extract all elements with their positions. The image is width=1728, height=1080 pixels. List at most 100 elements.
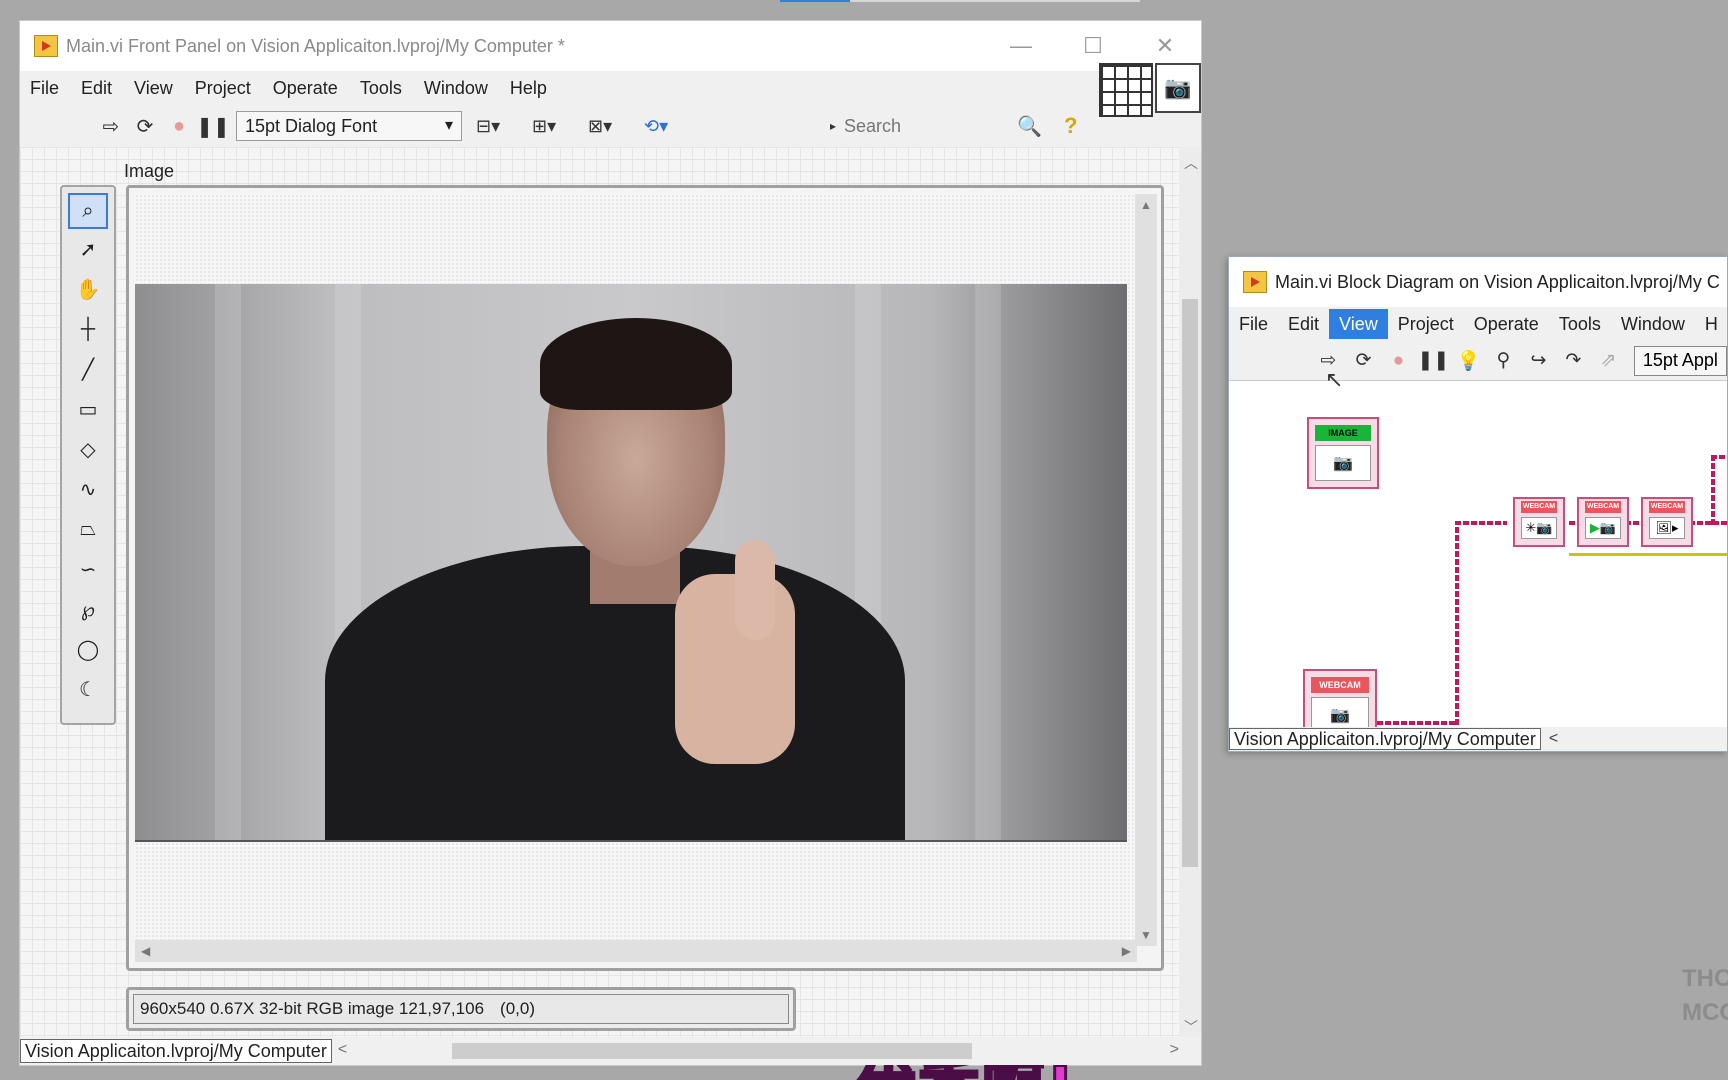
menu-help[interactable]: H xyxy=(1695,309,1727,339)
line-icon[interactable]: ╱ xyxy=(62,349,114,389)
background-text-line: MCO xyxy=(1682,999,1728,1026)
distribute-objects-icon[interactable]: ⊞▾ xyxy=(532,116,574,137)
menu-file[interactable]: File xyxy=(1229,309,1278,339)
camera-icon: 📷 xyxy=(1315,445,1371,481)
taskbar-strip xyxy=(780,0,1140,2)
run-continuously-icon[interactable]: ⟳ xyxy=(1346,349,1381,372)
context-help-icon[interactable]: ? xyxy=(1064,113,1077,139)
panel-vertical-scrollbar[interactable]: ︿ ﹀ xyxy=(1179,147,1201,1045)
pause-icon[interactable]: ❚❚ xyxy=(196,114,230,139)
background-text-line: THO xyxy=(1682,965,1728,992)
search-bar: ▸ 🔍 ? xyxy=(830,111,1077,141)
step-into-icon[interactable]: ↪ xyxy=(1521,349,1556,372)
scroll-left-arrow[interactable]: < xyxy=(1549,730,1558,748)
window-title: Main.vi Block Diagram on Vision Applicai… xyxy=(1275,271,1720,292)
image-vertical-scrollbar[interactable]: ▲ ▼ xyxy=(1135,194,1157,946)
step-out-icon[interactable]: ⇗ xyxy=(1591,349,1626,372)
block-diagram-canvas[interactable]: IMAGE 📷 WEBCAM 📷 WEBCAM ✳📷 WEBCAM ▶📷 WEB… xyxy=(1229,367,1727,741)
mouse-cursor-icon: ↖ xyxy=(1325,367,1344,392)
oval-icon[interactable]: ◯ xyxy=(62,629,114,669)
pan-icon[interactable]: ✋ xyxy=(62,269,114,309)
camera-icon: ✳📷 xyxy=(1521,517,1557,539)
pointer-icon[interactable]: ➚ xyxy=(62,229,114,269)
image-viewport[interactable] xyxy=(135,194,1137,946)
reorder-icon[interactable]: ⟲▾ xyxy=(644,116,686,137)
font-select[interactable]: 15pt Appl xyxy=(1633,345,1727,376)
align-objects-icon[interactable]: ⊟▾ xyxy=(476,116,518,137)
menu-window[interactable]: Window xyxy=(413,78,499,99)
block-diagram-titlebar[interactable]: Main.vi Block Diagram on Vision Applicai… xyxy=(1229,257,1727,307)
run-arrow-icon[interactable]: ⇨ xyxy=(94,114,128,139)
menu-window[interactable]: Window xyxy=(1611,309,1695,339)
menu-view[interactable]: View xyxy=(123,78,184,99)
scroll-right-arrow[interactable]: > xyxy=(1170,1041,1179,1059)
zoom-icon[interactable]: ⌕ xyxy=(68,193,108,229)
menu-tools[interactable]: Tools xyxy=(1549,309,1611,339)
point-icon[interactable]: ┼ xyxy=(62,309,114,349)
scroll-thumb[interactable] xyxy=(451,1043,972,1059)
menu-project[interactable]: Project xyxy=(1388,309,1464,339)
search-input[interactable] xyxy=(836,111,1012,141)
labview-vi-icon xyxy=(34,35,58,57)
menu-project[interactable]: Project xyxy=(184,78,262,99)
webcam-grab-node[interactable]: WEBCAM 🖼▸ xyxy=(1641,497,1693,547)
image-wire[interactable] xyxy=(1711,455,1715,525)
labview-vi-icon xyxy=(1243,271,1267,293)
vi-camera-icon[interactable]: 📷 xyxy=(1155,63,1201,113)
node-label: WEBCAM xyxy=(1585,501,1621,513)
image-wire[interactable] xyxy=(1377,721,1457,725)
freeline-icon[interactable]: ∽ xyxy=(62,549,114,589)
pause-icon[interactable]: ❚❚ xyxy=(1416,349,1451,372)
image-wire[interactable] xyxy=(1711,455,1727,459)
project-path-label: Vision Applicaiton.lvproj/My Computer xyxy=(1229,728,1541,750)
abort-icon[interactable]: ● xyxy=(1381,350,1416,372)
image-wire[interactable] xyxy=(1455,521,1459,725)
webcam-open-node[interactable]: WEBCAM ✳📷 xyxy=(1513,497,1565,547)
freehand-icon[interactable]: ℘ xyxy=(62,589,114,629)
error-wire[interactable] xyxy=(1569,553,1727,556)
menu-file[interactable]: File xyxy=(20,78,70,99)
menu-view[interactable]: View xyxy=(1329,309,1388,339)
block-diagram-window: Main.vi Block Diagram on Vision Applicai… xyxy=(1228,256,1728,752)
step-over-icon[interactable]: ↷ xyxy=(1556,349,1591,372)
polyline-icon[interactable]: ∿ xyxy=(62,469,114,509)
image-display[interactable]: ▲ ▼ ◀ ▶ xyxy=(126,185,1164,971)
image-wire[interactable] xyxy=(1455,521,1507,525)
annulus-icon[interactable]: ☾ xyxy=(62,669,114,709)
rotated-rect-icon[interactable]: ◇ xyxy=(62,429,114,469)
menu-edit[interactable]: Edit xyxy=(1278,309,1329,339)
image-horizontal-scrollbar[interactable]: ◀ ▶ xyxy=(135,940,1137,962)
highlight-execution-icon[interactable]: 💡 xyxy=(1451,349,1486,373)
minimize-button[interactable]: — xyxy=(985,21,1057,71)
font-select[interactable]: 15pt Dialog Font xyxy=(236,111,462,141)
taskbar-active-indicator xyxy=(780,0,850,2)
scroll-left-arrow[interactable]: < xyxy=(338,1041,347,1059)
scroll-thumb[interactable] xyxy=(1182,299,1198,867)
menu-operate[interactable]: Operate xyxy=(1464,309,1549,339)
search-icon[interactable]: 🔍 xyxy=(1017,114,1042,139)
menu-operate[interactable]: Operate xyxy=(262,78,349,99)
menu-help[interactable]: Help xyxy=(499,78,558,99)
menu-tools[interactable]: Tools xyxy=(349,78,413,99)
node-label: WEBCAM xyxy=(1649,501,1685,513)
background-watermark: THO MCO xyxy=(1682,962,1728,1030)
panel-horizontal-scrollbar[interactable]: < > xyxy=(332,1039,1201,1063)
image-info-text: 960x540 0.67X 32-bit RGB image 121,97,10… xyxy=(140,999,485,1018)
block-diagram-statusbar: Vision Applicaiton.lvproj/My Computer < xyxy=(1229,727,1727,751)
block-diagram-toolbar: ⇨ ⟳ ● ❚❚ 💡 ⚲ ↪ ↷ ⇗ 15pt Appl xyxy=(1229,341,1727,381)
front-panel-canvas: Image ⌕ ➚ ✋ ┼ ╱ ▭ ◇ ∿ ⏢ ∽ ℘ ◯ ☾ ▲ ▼ ◀ ▶ … xyxy=(20,147,1182,1080)
image-constant-node[interactable]: IMAGE 📷 xyxy=(1307,417,1379,489)
menu-edit[interactable]: Edit xyxy=(70,78,123,99)
resize-objects-icon[interactable]: ⊠▾ xyxy=(588,116,630,137)
rectangle-icon[interactable]: ▭ xyxy=(62,389,114,429)
abort-icon[interactable]: ● xyxy=(162,115,196,138)
retain-wire-values-icon[interactable]: ⚲ xyxy=(1486,349,1521,372)
front-panel-statusbar: Vision Applicaiton.lvproj/My Computer < … xyxy=(20,1037,1201,1065)
polygon-icon[interactable]: ⏢ xyxy=(62,509,114,549)
front-panel-titlebar[interactable]: Main.vi Front Panel on Vision Applicaito… xyxy=(20,21,1201,71)
run-continuously-icon[interactable]: ⟳ xyxy=(128,114,162,139)
block-diagram-menubar: File Edit View Project Operate Tools Win… xyxy=(1229,307,1727,341)
webcam-start-node[interactable]: WEBCAM ▶📷 xyxy=(1577,497,1629,547)
connector-pane-icon[interactable] xyxy=(1099,63,1153,117)
webcam-image xyxy=(135,284,1127,842)
